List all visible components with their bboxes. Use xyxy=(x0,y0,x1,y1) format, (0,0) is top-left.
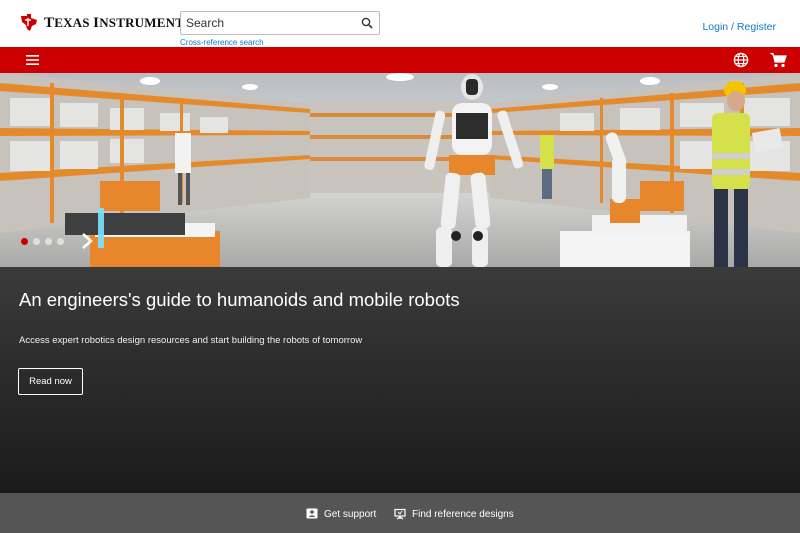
find-reference-designs-link[interactable]: Find reference designs xyxy=(394,508,514,520)
shopping-cart-icon[interactable] xyxy=(770,52,787,68)
carousel-dot-2[interactable] xyxy=(33,238,40,245)
logo-wordmark: TEXAS INSTRUMENTS xyxy=(44,14,192,31)
carousel-next-chevron-icon[interactable] xyxy=(80,232,94,250)
site-header: TEXAS INSTRUMENTS Cross-reference search… xyxy=(0,0,800,47)
search-input[interactable] xyxy=(186,15,356,31)
support-person-icon xyxy=(306,508,318,519)
bottom-action-bar: Get support Find reference designs xyxy=(0,493,800,533)
search-icon[interactable] xyxy=(361,17,373,29)
carousel-dot-3[interactable] xyxy=(45,238,52,245)
warehouse-robots-illustration xyxy=(0,73,800,267)
carousel-dot-4[interactable] xyxy=(57,238,64,245)
read-now-button[interactable]: Read now xyxy=(18,368,83,395)
cross-reference-link[interactable]: Cross-reference search xyxy=(180,38,264,47)
reference-design-icon xyxy=(394,508,406,520)
find-reference-designs-label: Find reference designs xyxy=(412,508,514,520)
ti-logo[interactable]: TEXAS INSTRUMENTS xyxy=(19,14,192,32)
search-box xyxy=(180,11,380,35)
hero-subtitle: Access expert robotics design resources … xyxy=(19,335,363,346)
hamburger-menu-icon[interactable] xyxy=(26,54,39,66)
ti-state-logo-icon xyxy=(21,14,37,31)
hero-banner-image[interactable] xyxy=(0,73,800,267)
login-register-link[interactable]: Login / Register xyxy=(702,21,776,33)
get-support-link[interactable]: Get support xyxy=(306,508,376,520)
hero-content-panel: An engineers's guide to humanoids and mo… xyxy=(0,267,800,493)
globe-icon[interactable] xyxy=(733,52,749,68)
carousel-dots xyxy=(21,238,64,245)
get-support-label: Get support xyxy=(324,508,377,520)
hero-title: An engineers's guide to humanoids and mo… xyxy=(19,289,460,310)
main-nav-bar xyxy=(0,47,800,73)
carousel-dot-1[interactable] xyxy=(21,238,28,245)
